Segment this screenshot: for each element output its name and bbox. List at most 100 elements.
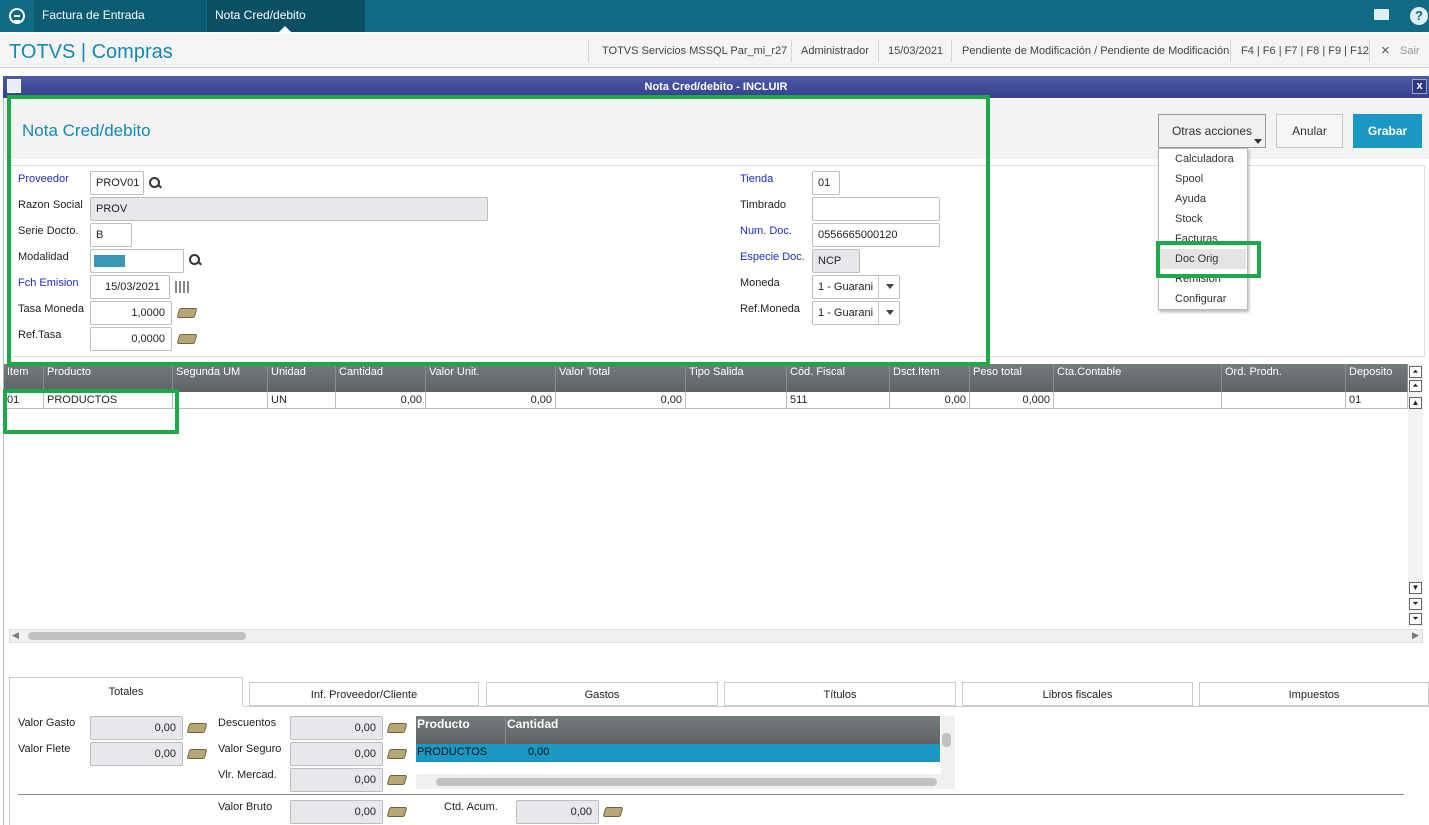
vlr-mercad-label: Vlr. Mercad. [218,769,277,781]
tab-totales[interactable]: Totales [9,677,243,706]
grid-cell[interactable] [173,392,268,409]
mail-icon[interactable] [1374,9,1389,20]
status-info: Pendiente de Modificación / Pendiente de… [962,45,1230,57]
tab-titulos[interactable]: Títulos [724,682,956,706]
descuentos-label: Descuentos [218,717,277,729]
column-header[interactable]: Peso total [970,364,1054,392]
valor-gasto-field[interactable]: 0,00 [90,716,183,740]
menu-item-stock[interactable]: Stock [1175,213,1203,225]
column-header[interactable]: Producto [417,717,470,731]
tab-inf-proveedor[interactable]: Inf. Proveedor/Cliente [249,682,479,706]
grid-cell[interactable]: 0,00 [890,392,970,409]
column-header[interactable]: Unidad [268,364,336,392]
tab-libros-fiscales[interactable]: Libros fiscales [962,682,1193,706]
grid-cell[interactable]: 0,00 [528,746,549,758]
exit-icon[interactable]: × [1381,42,1390,59]
grabar-button[interactable]: Grabar [1353,114,1422,148]
valor-bruto-label: Valor Bruto [218,801,273,813]
column-header[interactable]: Producto [44,364,173,392]
valor-bruto-field[interactable]: 0,00 [290,800,383,824]
ctd-acum-label: Ctd. Acum. [444,801,498,813]
server-info: TOTVS Servicios MSSQL Par_mi_r27 [602,45,788,57]
scroll-up-icon[interactable]: ▲ [1409,397,1422,409]
help-icon[interactable]: ? [1410,7,1428,25]
descuentos-field[interactable]: 0,00 [290,716,383,740]
column-header[interactable]: Cantidad [336,364,426,392]
app-title: TOTVS | Compras [9,41,173,63]
scroll-top-icon[interactable]: ⏶ [1409,366,1422,378]
column-header[interactable]: Item [4,364,44,392]
grid-cell[interactable]: 0,00 [556,392,686,409]
divider [878,40,879,62]
column-header[interactable]: Dsct.Item [890,364,970,392]
window-icon [7,79,21,93]
column-header[interactable]: Ord. Prodn. [1222,364,1346,392]
divider [791,40,792,62]
valor-gasto-label: Valor Gasto [18,717,76,729]
grid-cell[interactable]: 511 [787,392,890,409]
date-info: 15/03/2021 [888,45,944,57]
column-header[interactable]: Tipo Salida [686,364,787,392]
valor-flete-label: Valor Flete [18,743,71,755]
tab-factura-entrada[interactable]: Factura de Entrada [02.9.0002]× [34,0,206,52]
scrollbar-thumb[interactable] [436,778,937,786]
grid-cell[interactable]: 0,000 [970,392,1054,409]
window-close-button[interactable]: x [1412,79,1427,94]
scroll-left-icon[interactable]: ◀ [12,630,19,641]
valor-seguro-label: Valor Seguro [218,743,282,755]
divider [1369,40,1370,62]
column-header[interactable]: Valor Unit. [426,364,556,392]
grid-cell[interactable] [1054,392,1222,409]
shortcuts-info[interactable]: F4 | F6 | F7 | F8 | F9 | F12 [1241,45,1369,57]
column-header[interactable]: Cód. Fiscal [787,364,890,392]
money-icon[interactable] [602,807,624,817]
scrollbar-thumb[interactable] [942,733,951,747]
tab-gastos[interactable]: Gastos [486,682,718,706]
vlr-mercad-field[interactable]: 0,00 [290,768,383,792]
money-icon[interactable] [386,749,408,759]
app-header: TOTVS | Compras TOTVS Servicios MSSQL Pa… [0,34,1429,68]
menu-item-spool[interactable]: Spool [1175,173,1203,185]
divider [951,40,952,62]
money-icon[interactable] [186,723,208,733]
scroll-down-icon[interactable]: ▼ [1409,582,1422,594]
money-icon[interactable] [386,775,408,785]
scroll-page-down-icon[interactable]: ⏷ [1409,598,1422,610]
scroll-page-up-icon[interactable]: ⏶ [1409,380,1422,392]
divider [505,716,506,744]
valor-flete-field[interactable]: 0,00 [90,742,183,766]
divider [18,794,1404,795]
grid-cell[interactable]: 0,00 [336,392,426,409]
grid-cell[interactable] [686,392,787,409]
exit-button[interactable]: Sair [1400,45,1420,57]
money-icon[interactable] [186,749,208,759]
window-title: Nota Cred/debito - INCLUIR [644,81,788,93]
totvs-logo-icon[interactable] [9,8,25,24]
menu-item-ayuda[interactable]: Ayuda [1175,193,1206,205]
anular-button[interactable]: Anular [1276,114,1343,148]
tab-impuestos[interactable]: Impuestos [1199,682,1429,706]
grid-cell[interactable]: 0,00 [426,392,556,409]
column-header[interactable]: Deposito [1346,364,1408,392]
menu-item-calculadora[interactable]: Calculadora [1175,153,1234,165]
column-header[interactable]: Cantidad [507,717,558,731]
scrollbar-thumb[interactable] [28,632,246,640]
grid-cell[interactable]: 01 [1346,392,1408,409]
money-icon[interactable] [386,807,408,817]
otras-acciones-button[interactable]: Otras acciones [1158,114,1266,148]
grid-cell[interactable]: UN [268,392,336,409]
money-icon[interactable] [386,723,408,733]
scroll-right-icon[interactable]: ▶ [1412,630,1419,641]
column-header[interactable]: Cta.Contable [1054,364,1222,392]
valor-seguro-field[interactable]: 0,00 [290,742,383,766]
ctd-acum-field[interactable]: 0,00 [516,800,599,824]
column-header[interactable]: Segunda UM [173,364,268,392]
menu-item-configurar[interactable]: Configurar [1175,293,1226,305]
table-row[interactable] [416,744,940,762]
scroll-bottom-icon[interactable]: ⏷ [1409,613,1422,625]
tab-nota-cred-debito[interactable]: Nota Cred/debito [02.9.0002]× [207,0,365,52]
grid-cell[interactable] [1222,392,1346,409]
column-header[interactable]: Valor Total [556,364,686,392]
grid-cell[interactable]: PRODUCTOS [417,746,487,758]
highlight-box-doc-orig [1156,241,1261,278]
